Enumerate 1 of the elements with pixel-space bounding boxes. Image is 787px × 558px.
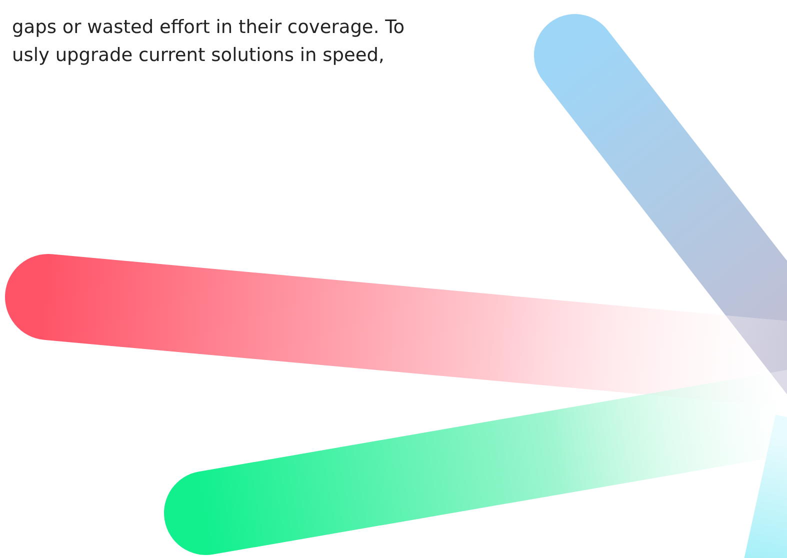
paragraph-text: gaps or wasted effort in their coverage. To usly upgrade current solutions in speed, [11, 16, 405, 68]
